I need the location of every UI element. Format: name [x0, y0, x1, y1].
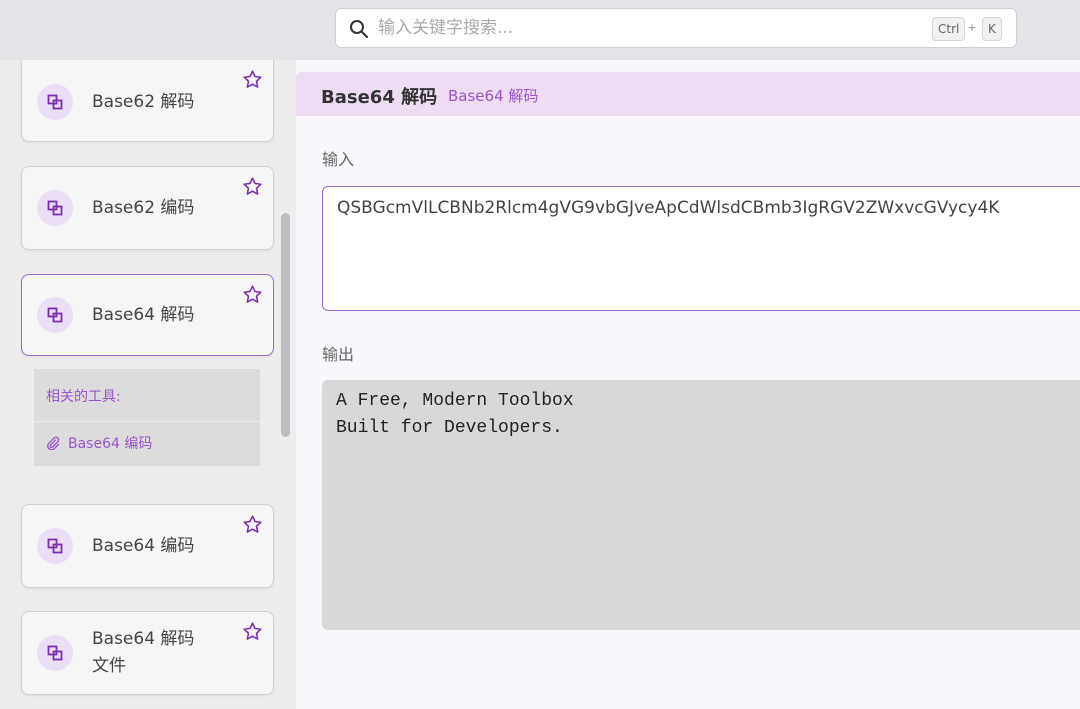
- output-line-2: Built for Developers.: [336, 418, 563, 438]
- copy-icon: [47, 307, 63, 323]
- tool-icon-wrap: [37, 635, 73, 671]
- divider: [34, 421, 260, 422]
- sidebar-item-label: Base64 解码: [92, 629, 195, 649]
- copy-icon: [47, 94, 63, 110]
- star-icon[interactable]: [242, 514, 263, 535]
- related-tool-link-base64-encode[interactable]: Base64 编码: [46, 433, 152, 453]
- input-label: 输入: [322, 150, 355, 169]
- copy-icon: [47, 538, 63, 554]
- sidebar-item-base62-decode[interactable]: Base62 解码: [21, 60, 274, 142]
- related-tools-title: 相关的工具:: [46, 389, 121, 405]
- sidebar-scrollbar[interactable]: [281, 213, 290, 437]
- sidebar-item-base64-encode[interactable]: Base64 编码: [21, 504, 274, 588]
- output-label: 输出: [322, 345, 355, 364]
- copy-icon: [47, 645, 63, 661]
- tool-header: Base64 解码 Base64 解码: [296, 72, 1080, 116]
- search-box[interactable]: Ctrl + K: [335, 8, 1017, 48]
- shortcut-k-key: K: [982, 17, 1002, 41]
- output-line-1: A Free, Modern Toolbox: [336, 391, 574, 411]
- paperclip-icon: [47, 436, 60, 450]
- tool-icon-wrap: [37, 190, 73, 226]
- star-icon[interactable]: [242, 284, 263, 305]
- sidebar-item-label-line2: 文件: [92, 656, 126, 676]
- copy-icon: [47, 200, 63, 216]
- sidebar-item-label: Base64 编码: [92, 536, 195, 556]
- search-icon: [350, 20, 369, 39]
- star-icon[interactable]: [242, 69, 263, 90]
- tool-icon-wrap: [37, 297, 73, 333]
- shortcut-ctrl-key: Ctrl: [932, 17, 966, 41]
- input-textarea[interactable]: QSBGcmVlLCBNb2Rlcm4gVG9vbGJveApCdWlsdCBm…: [322, 186, 1080, 311]
- top-bar: Ctrl + K: [0, 0, 1080, 60]
- sidebar-item-label: Base62 编码: [92, 198, 195, 218]
- related-tools-panel: 相关的工具: Base64 编码: [34, 369, 260, 466]
- sidebar-item-base62-encode[interactable]: Base62 编码: [21, 166, 274, 250]
- page-title: Base64 解码: [321, 87, 438, 108]
- star-icon[interactable]: [242, 176, 263, 197]
- breadcrumb[interactable]: Base64 解码: [448, 85, 538, 106]
- star-icon[interactable]: [242, 621, 263, 642]
- sidebar-item-label: Base62 解码: [92, 92, 195, 112]
- output-value: A Free, Modern Toolbox Built for Develop…: [336, 388, 574, 442]
- output-area[interactable]: A Free, Modern Toolbox Built for Develop…: [322, 380, 1080, 630]
- sidebar-item-base64-decode-file[interactable]: Base64 解码 文件: [21, 611, 274, 695]
- input-value: QSBGcmVlLCBNb2Rlcm4gVG9vbGJveApCdWlsdCBm…: [337, 198, 1000, 218]
- tool-icon-wrap: [37, 528, 73, 564]
- shortcut-plus: +: [968, 19, 977, 35]
- sidebar: Base62 解码 Base62 编码 Base64 解码 相关的工具: Bas…: [0, 60, 296, 709]
- search-input[interactable]: [378, 15, 918, 41]
- related-tool-label: Base64 编码: [68, 436, 153, 452]
- main-panel: Base64 解码 Base64 解码 输入 QSBGcmVlLCBNb2Rlc…: [296, 60, 1080, 709]
- sidebar-item-label: Base64 解码: [92, 305, 195, 325]
- sidebar-item-base64-decode[interactable]: Base64 解码: [21, 274, 274, 356]
- tool-icon-wrap: [37, 84, 73, 120]
